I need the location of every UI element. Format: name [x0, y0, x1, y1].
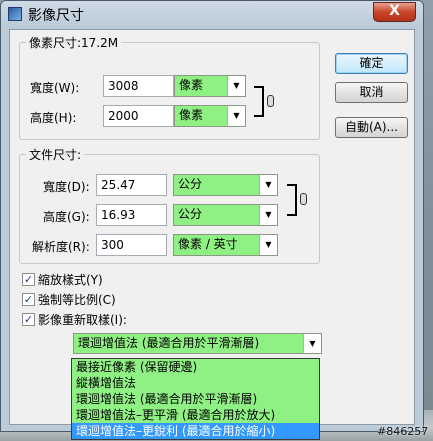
- resample-image-checkbox[interactable]: ✓: [22, 313, 35, 326]
- resolution-unit-value: 像素 / 英寸: [178, 237, 238, 251]
- doc-width-unit-value: 公分: [178, 177, 203, 191]
- pixel-width-unit-value: 像素: [179, 78, 204, 92]
- pixel-width-unit-select[interactable]: 像素 ▼: [174, 75, 246, 97]
- doc-height-label: 高度(G):: [43, 210, 90, 224]
- chevron-down-icon: ▼: [259, 235, 277, 255]
- chain-link-icon: [267, 95, 274, 107]
- doc-height-input[interactable]: 16.93: [96, 204, 167, 226]
- constrain-proportions-label: 強制等比例(C): [38, 293, 116, 307]
- resample-image-label: 影像重新取樣(I):: [38, 313, 127, 327]
- photoshop-app-icon: [8, 7, 22, 21]
- doc-width-unit-select[interactable]: 公分 ▼: [173, 174, 278, 196]
- close-button[interactable]: X: [373, 2, 416, 22]
- scale-styles-label: 縮放樣式(Y): [38, 273, 103, 287]
- chevron-down-icon: ▼: [227, 106, 245, 126]
- ok-button[interactable]: 確定: [335, 53, 408, 74]
- dropdown-option[interactable]: 縱橫增值法: [72, 375, 319, 391]
- resolution-label: 解析度(R):: [32, 240, 90, 254]
- dropdown-option[interactable]: 最接近像素 (保留硬邊): [72, 359, 319, 375]
- doc-width-label: 寬度(D):: [43, 180, 90, 194]
- resample-method-value: 環迴增值法 (最適合用於平滑漸層): [78, 336, 260, 350]
- chain-link-icon: [300, 193, 307, 205]
- watermark-text: #846257: [377, 425, 429, 438]
- dropdown-option[interactable]: 環迴增值法–更平滑 (最適合用於放大): [72, 407, 319, 423]
- pixel-width-input[interactable]: 3008: [103, 75, 174, 97]
- resolution-input[interactable]: 300: [96, 234, 167, 256]
- pixel-height-unit-value: 像素: [179, 108, 204, 122]
- resample-method-dropdown: 最接近像素 (保留硬邊) 縱橫增值法 環迴增值法 (最適合用於平滑漸層) 環迴增…: [71, 358, 320, 440]
- constrain-proportions-checkbox[interactable]: ✓: [22, 293, 35, 306]
- resample-method-select[interactable]: 環迴增值法 (最適合用於平滑漸層) ▼: [73, 333, 322, 354]
- doc-height-unit-select[interactable]: 公分 ▼: [173, 204, 278, 226]
- chevron-down-icon: ▼: [259, 205, 277, 225]
- doc-constrain-bracket: [287, 184, 297, 216]
- dialog-title: 影像尺寸: [28, 8, 84, 24]
- chevron-down-icon: ▼: [227, 76, 245, 96]
- document-size-label: 文件尺寸:: [26, 146, 85, 163]
- chevron-down-icon: ▼: [303, 334, 321, 353]
- dropdown-option[interactable]: 環迴增值法 (最適合用於平滑漸層): [72, 391, 319, 407]
- pixel-constrain-bracket: [254, 86, 264, 117]
- cancel-button[interactable]: 取消: [335, 82, 408, 103]
- auto-button[interactable]: 自動(A)...: [335, 117, 408, 138]
- doc-width-input[interactable]: 25.47: [96, 174, 167, 196]
- title-bar[interactable]: 影像尺寸 X: [1, 1, 423, 29]
- pixel-width-label: 寬度(W):: [30, 81, 80, 95]
- scale-styles-checkbox[interactable]: ✓: [22, 273, 35, 286]
- chevron-down-icon: ▼: [259, 175, 277, 195]
- pixel-height-unit-select[interactable]: 像素 ▼: [174, 105, 246, 127]
- dropdown-option-highlighted[interactable]: 環迴增值法–更銳利 (最適合用於縮小): [72, 423, 319, 439]
- pixel-height-input[interactable]: 2000: [103, 105, 174, 127]
- pixel-dimensions-label: 像素尺寸:17.2M: [26, 34, 122, 51]
- doc-height-unit-value: 公分: [178, 207, 203, 221]
- resolution-unit-select[interactable]: 像素 / 英寸 ▼: [173, 234, 278, 256]
- pixel-height-label: 高度(H):: [30, 111, 77, 125]
